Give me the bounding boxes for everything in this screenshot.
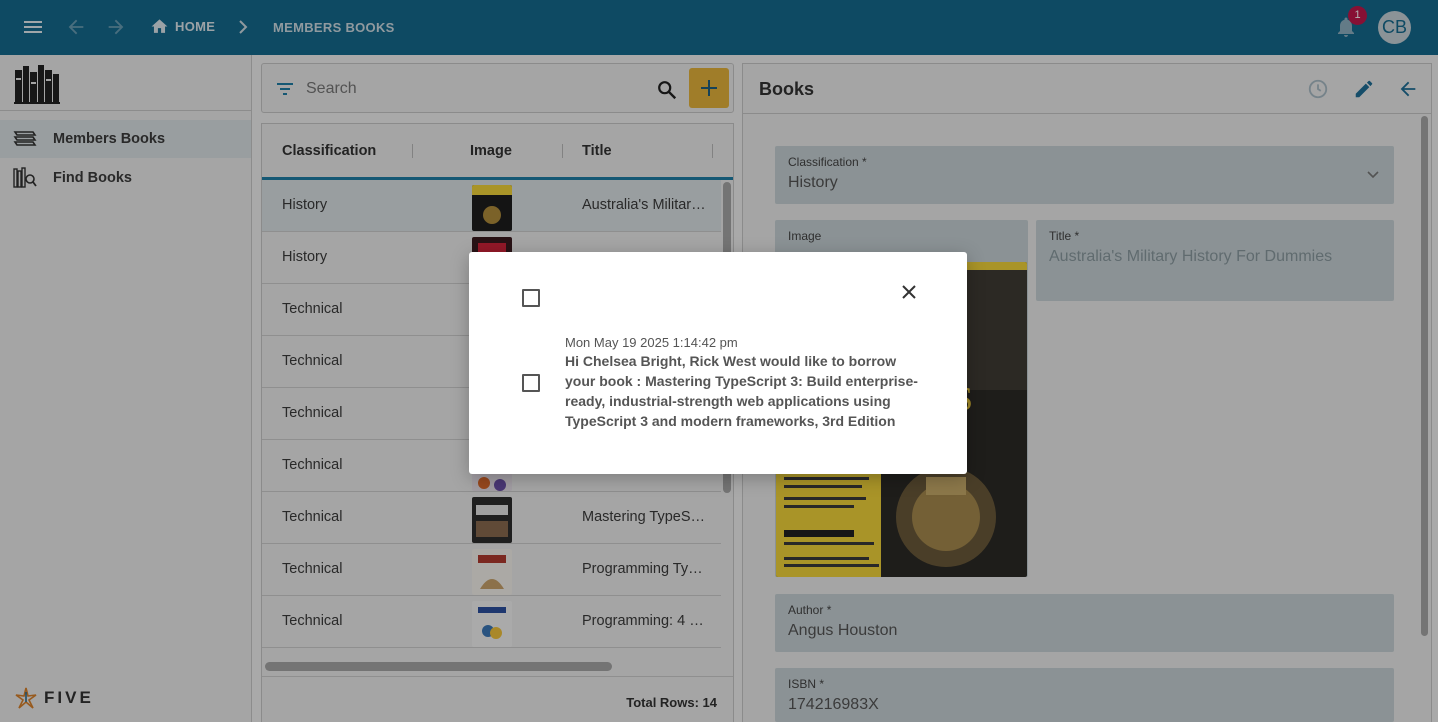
notification-checkbox[interactable] bbox=[522, 374, 540, 392]
notification-message: Hi Chelsea Bright, Rick West would like … bbox=[565, 353, 918, 429]
notifications-dialog: Mon May 19 2025 1:14:42 pm Hi Chelsea Br… bbox=[469, 252, 967, 474]
notification-timestamp: Mon May 19 2025 1:14:42 pm bbox=[565, 335, 738, 350]
close-icon[interactable] bbox=[900, 283, 918, 301]
select-all-checkbox[interactable] bbox=[522, 289, 540, 307]
